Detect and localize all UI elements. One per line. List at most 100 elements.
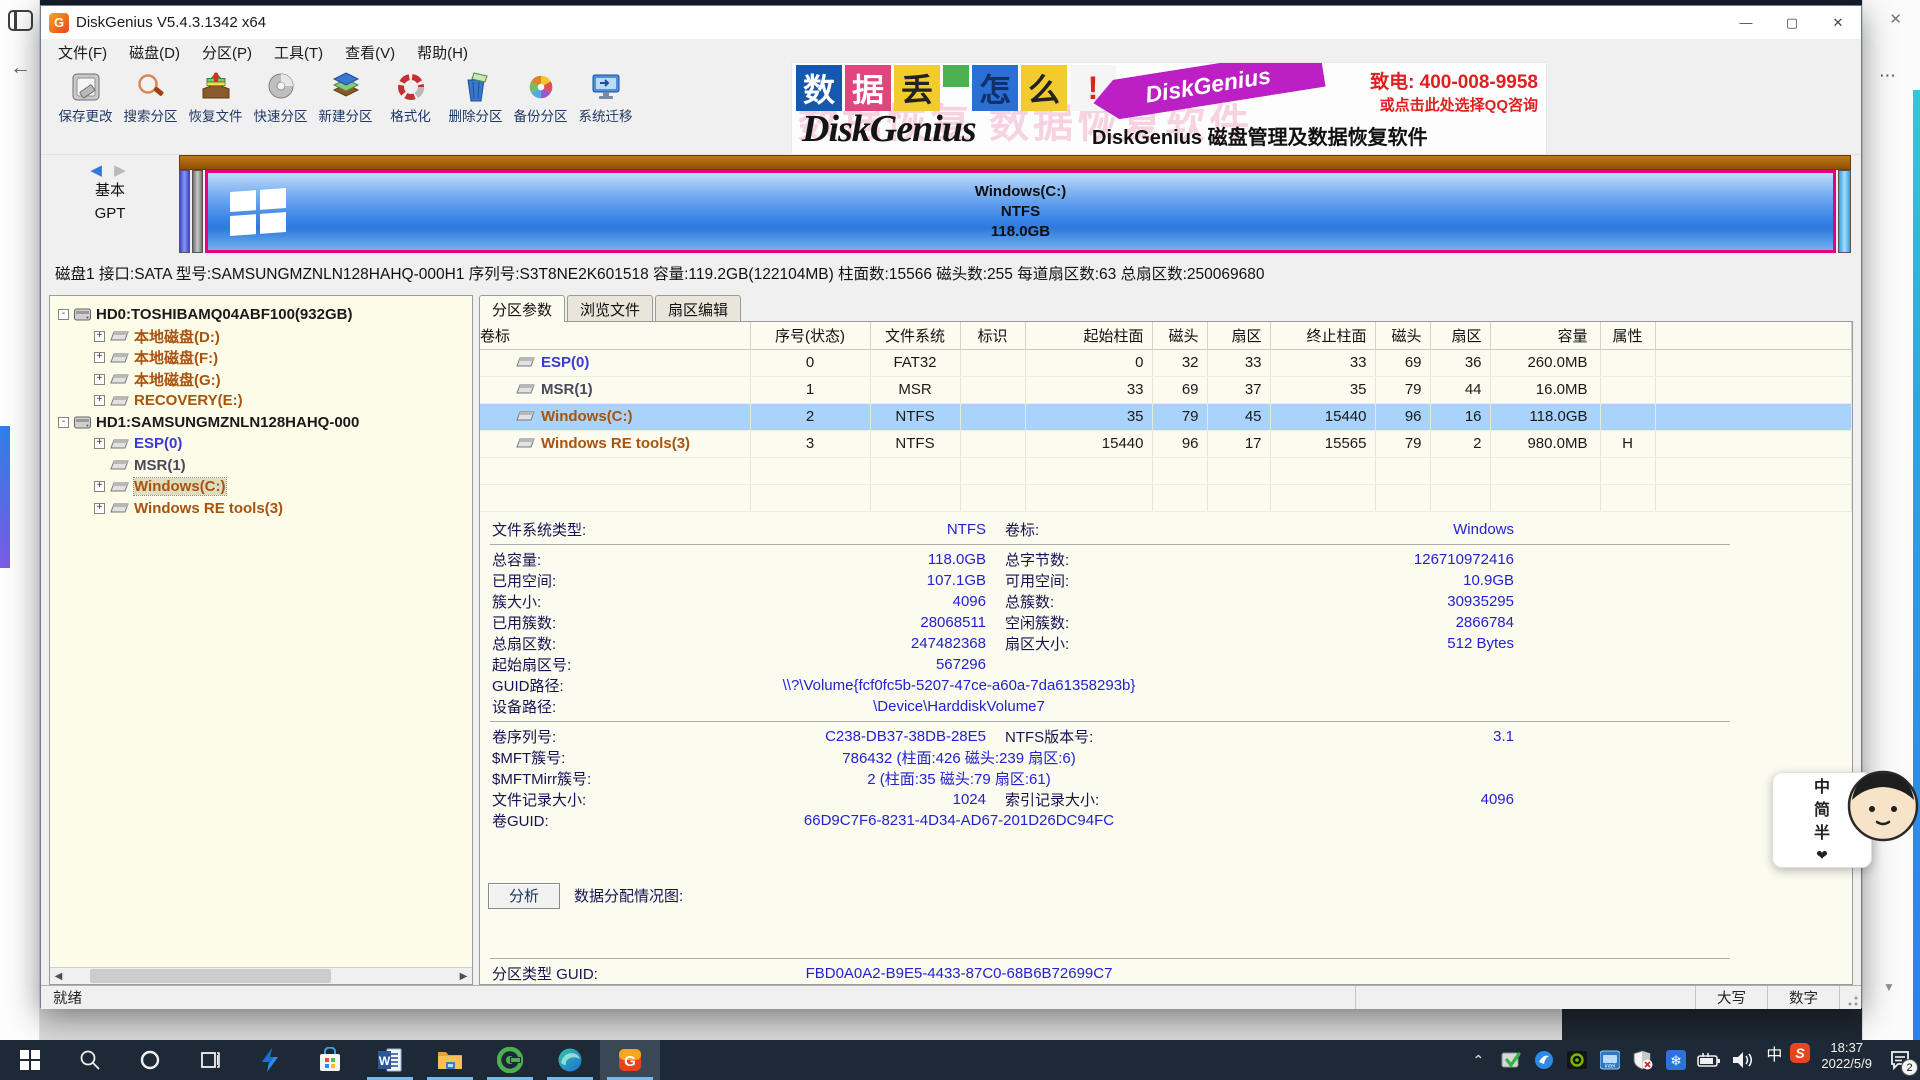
tree-item[interactable]: +本地磁盘(F:) xyxy=(50,347,472,369)
more-options-icon[interactable]: ⋯ xyxy=(1879,66,1897,86)
column-header[interactable]: 磁头 xyxy=(1375,322,1430,349)
ime-panel-item-2[interactable]: 半 xyxy=(1814,823,1830,845)
expand-icon[interactable]: + xyxy=(94,481,105,492)
battery-icon[interactable] xyxy=(1696,1047,1722,1073)
toolbar-quick-partition-button[interactable]: 快速分区 xyxy=(248,69,313,125)
tree-item[interactable]: +RECOVERY(E:) xyxy=(50,390,472,412)
column-header[interactable]: 扇区 xyxy=(1430,322,1490,349)
tree-item[interactable]: +ESP(0) xyxy=(50,433,472,455)
scroll-thumb[interactable] xyxy=(90,969,331,983)
taskbar-edge-button[interactable] xyxy=(540,1040,600,1080)
collapse-icon[interactable]: - xyxy=(58,309,69,320)
taskbar-store-button[interactable] xyxy=(300,1040,360,1080)
column-header[interactable]: 起始柱面 xyxy=(1025,322,1152,349)
ad-banner[interactable]: 数据恢复 数据恢复软件 数据丢怎么! DiskGenius 致电: 400-00… xyxy=(791,62,1547,155)
column-header[interactable]: 序号(状态) xyxy=(750,322,870,349)
menu-item-5[interactable]: 帮助(H) xyxy=(406,42,479,63)
re-tools-partition-sliver[interactable] xyxy=(1838,170,1851,253)
menu-item-4[interactable]: 查看(V) xyxy=(334,42,406,63)
collapse-icon[interactable]: - xyxy=(58,417,69,428)
taskbar-task-view-button[interactable] xyxy=(180,1040,240,1080)
thunder-icon[interactable] xyxy=(1531,1047,1557,1073)
menu-item-3[interactable]: 工具(T) xyxy=(263,42,334,63)
toolbar-search-partition-button[interactable]: 搜索分区 xyxy=(118,69,183,125)
tree-item[interactable]: +本地磁盘(D:) xyxy=(50,326,472,348)
expand-icon[interactable]: + xyxy=(94,331,105,342)
action-center-icon[interactable]: 2 xyxy=(1880,1040,1920,1080)
table-row[interactable]: Windows(C:)2NTFS357945154409616118.0GB xyxy=(480,403,1852,430)
windows-c-partition-bar[interactable]: Windows(C:) NTFS 118.0GB xyxy=(205,170,1836,253)
taskbar-word-button[interactable]: W xyxy=(360,1040,420,1080)
toolbar-format-button[interactable]: 格式化 xyxy=(378,69,443,125)
expand-icon[interactable]: + xyxy=(94,352,105,363)
column-header[interactable]: 文件系统 xyxy=(870,322,960,349)
taskbar-file-explorer-button[interactable] xyxy=(420,1040,480,1080)
msr-partition-sliver[interactable] xyxy=(192,170,203,253)
prev-disk-icon[interactable]: ◀ xyxy=(90,162,106,179)
expand-icon[interactable]: + xyxy=(94,395,105,406)
expand-icon[interactable]: + xyxy=(94,503,105,514)
tab-2[interactable]: 扇区编辑 xyxy=(655,295,741,322)
taskbar-cortana-button[interactable] xyxy=(120,1040,180,1080)
tree-horizontal-scrollbar[interactable]: ◀▶ xyxy=(50,967,472,984)
tree-item[interactable]: -HD0:TOSHIBAMQ04ABF100(932GB) xyxy=(50,304,472,326)
volume-icon[interactable] xyxy=(1729,1047,1755,1073)
column-header[interactable]: 磁头 xyxy=(1152,322,1207,349)
snowflake-icon[interactable]: ❄ xyxy=(1663,1047,1689,1073)
chevron-up-icon[interactable]: ⌃ xyxy=(1465,1047,1491,1073)
ime-panel-item-3[interactable]: ❤ xyxy=(1816,846,1828,864)
taskbar-clock[interactable]: 18:37 2022/5/9 xyxy=(1813,1040,1880,1080)
scroll-track[interactable] xyxy=(67,968,455,984)
tree-item[interactable]: +Windows RE tools(3) xyxy=(50,498,472,520)
ime-language-indicator[interactable]: 中 xyxy=(1761,1040,1787,1066)
column-header[interactable]: 容量 xyxy=(1490,322,1600,349)
column-header[interactable]: 标识 xyxy=(960,322,1025,349)
toolbar-new-partition-button[interactable]: 新建分区 xyxy=(313,69,378,125)
menu-item-2[interactable]: 分区(P) xyxy=(191,42,263,63)
ime-panel-item-0[interactable]: 中 xyxy=(1814,777,1830,799)
tab-0[interactable]: 分区参数 xyxy=(479,295,565,322)
toolbar-save-changes-button[interactable]: 保存更改 xyxy=(53,69,118,125)
back-arrow-icon[interactable]: ← xyxy=(10,56,31,80)
tab-1[interactable]: 浏览文件 xyxy=(567,295,653,322)
column-header[interactable]: 终止柱面 xyxy=(1270,322,1375,349)
resize-grip[interactable] xyxy=(1839,986,1861,1009)
table-row[interactable]: Windows RE tools(3)3NTFS1544096171556579… xyxy=(480,430,1852,457)
ime-panel-item-1[interactable]: 简 xyxy=(1814,800,1830,822)
column-header[interactable]: 扇区 xyxy=(1207,322,1270,349)
tree-item[interactable]: -HD1:SAMSUNGMZNLN128HAHQ-000 xyxy=(50,412,472,434)
taskbar-search-button[interactable] xyxy=(60,1040,120,1080)
security-shield-icon[interactable] xyxy=(1630,1047,1656,1073)
column-header[interactable]: 属性 xyxy=(1600,322,1655,349)
column-header[interactable]: 卷标 xyxy=(480,322,750,349)
tree-item[interactable]: MSR(1) xyxy=(50,455,472,477)
tree-item[interactable]: +本地磁盘(G:) xyxy=(50,369,472,391)
taskbar-browser-360-button[interactable] xyxy=(480,1040,540,1080)
toolbar-recover-files-button[interactable]: 恢复文件 xyxy=(183,69,248,125)
scrollbar-down-icon[interactable]: ▼ xyxy=(1883,980,1895,994)
table-row[interactable]: ESP(0)0FAT3203233336936260.0MB xyxy=(480,349,1852,376)
background-close-icon[interactable]: ✕ xyxy=(1889,10,1902,28)
titlebar[interactable]: G DiskGenius V5.4.3.1342 x64 — ▢ ✕ xyxy=(41,6,1861,39)
browser-tab-icon[interactable] xyxy=(8,10,33,31)
tree-item[interactable]: +Windows(C:) xyxy=(50,476,472,498)
analyze-button[interactable]: 分析 xyxy=(488,883,560,909)
maximize-button[interactable]: ▢ xyxy=(1769,6,1815,39)
taskbar-diskgenius-button[interactable]: G xyxy=(600,1040,660,1080)
expand-icon[interactable]: + xyxy=(94,374,105,385)
banner-contact[interactable]: 致电: 400-008-9958 或点击此处选择QQ咨询 xyxy=(1370,67,1538,115)
banner-qq-link[interactable]: 或点击此处选择QQ咨询 xyxy=(1370,94,1538,115)
menu-item-1[interactable]: 磁盘(D) xyxy=(118,42,191,63)
intel-gpu-icon[interactable]: intel xyxy=(1597,1047,1623,1073)
nvidia-icon[interactable] xyxy=(1564,1047,1590,1073)
minimize-button[interactable]: — xyxy=(1723,6,1769,39)
menu-item-0[interactable]: 文件(F) xyxy=(47,42,118,63)
safe-check-icon[interactable] xyxy=(1498,1047,1524,1073)
table-row[interactable]: MSR(1)1MSR33693735794416.0MB xyxy=(480,376,1852,403)
taskbar-flash-app-button[interactable] xyxy=(240,1040,300,1080)
scroll-left-icon[interactable]: ◀ xyxy=(50,968,67,984)
expand-icon[interactable]: + xyxy=(94,438,105,449)
next-disk-icon[interactable]: ▶ xyxy=(114,162,130,179)
esp-partition-sliver[interactable] xyxy=(179,170,190,253)
scroll-right-icon[interactable]: ▶ xyxy=(455,968,472,984)
